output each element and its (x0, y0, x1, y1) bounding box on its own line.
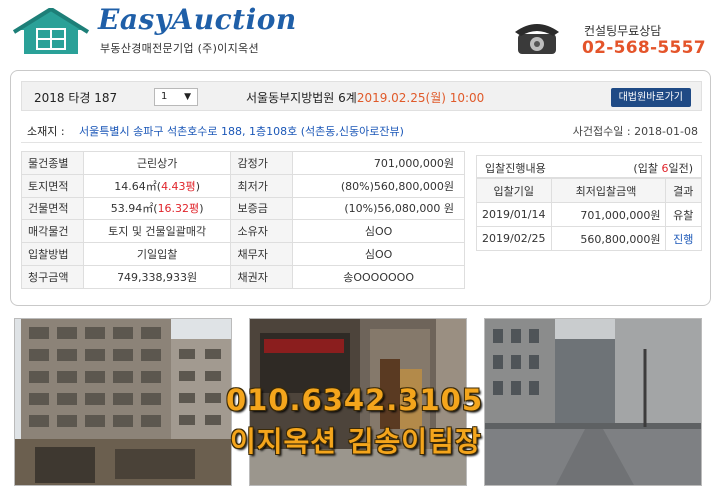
column-header: 최저입찰금액 (551, 178, 666, 203)
agent-phone-overlay: 010.6342.3105 (226, 383, 483, 417)
land-area-value: 14.64㎡(4.43평) (82, 173, 232, 198)
dropdown-arrow-icon: ▼ (184, 92, 191, 102)
claim-amount-value: 749,338,933원 (82, 264, 232, 289)
area-close: ) (195, 179, 200, 193)
table-row: 토지면적 14.64㎡(4.43평) 최저가 (80%)560,800,000원 (21, 173, 465, 198)
creditor-value: 송OOOOOOO (292, 264, 465, 289)
bid-date: 2019/01/14 (477, 202, 552, 227)
area-pyeong: 16.32평 (157, 202, 200, 216)
info-label: 토지면적 (21, 173, 84, 198)
info-label: 건물면적 (21, 196, 84, 221)
bid-amount: 560,800,000원 (551, 226, 666, 251)
table-row: 입찰방법 기일입찰 채무자 심OO (21, 242, 465, 266)
case-number: 2018 타경 187 (34, 91, 118, 105)
bid-amount: 701,000,000원 (551, 202, 666, 227)
bid-progress-header: 입찰진행내용 (입찰 6일전) (477, 156, 701, 178)
deposit-value: (10%)56,080,000 원 (292, 196, 465, 221)
table-row: 2019/01/14 701,000,000원 유찰 (477, 202, 701, 227)
info-value: 근린상가 (82, 151, 232, 175)
supreme-court-link-button[interactable]: 대법원바로가기 (610, 88, 691, 107)
building-area-value: 53.94㎡(16.32평) (82, 196, 232, 221)
bid-days-suffix: 일전) (668, 162, 693, 175)
address-value[interactable]: 서울특별시 송파구 석촌호수로 188, 1층108호 (석촌동,신동아로잔뷰) (79, 123, 404, 139)
logo-subtitle: 부동산경매전문기업 (주)이지옥션 (100, 42, 259, 55)
consult-label: 컨설팅무료상담 (584, 24, 662, 38)
column-header: 결과 (664, 178, 701, 203)
info-label: 소유자 (230, 219, 294, 244)
minimum-price-value: (80%)560,800,000원 (292, 173, 465, 198)
house-logo-icon[interactable] (12, 6, 90, 56)
bid-progress-box: 입찰진행내용 (입찰 6일전) 입찰기일 최저입찰금액 결과 2019/01/1… (476, 155, 702, 251)
bid-date: 2019/02/25 (477, 226, 552, 251)
info-label: 매각물건 (21, 219, 84, 244)
bid-result: 진행 (664, 226, 701, 251)
site-header: EasyAuction 부동산경매전문기업 (주)이지옥션 컨설팅무료상담 02… (0, 0, 720, 68)
agent-name-overlay: 이지옥션 김송이팀장 (230, 425, 482, 458)
property-info-table: 물건종별 근린상가 감정가 701,000,000원 토지면적 14.64㎡(4… (21, 151, 465, 289)
info-label: 최저가 (230, 173, 294, 198)
table-row: 건물면적 53.94㎡(16.32평) 보증금 (10%)56,080,000 … (21, 196, 465, 221)
table-row: 청구금액 749,338,933원 채권자 송OOOOOOO (21, 264, 465, 289)
column-header: 입찰기일 (477, 178, 552, 203)
info-value: 기일입찰 (82, 242, 232, 266)
bid-days-prefix: (입찰 (633, 162, 662, 175)
area-sqm: 53.94㎡( (110, 202, 158, 216)
table-row: 2019/02/25 560,800,000원 진행 (477, 226, 701, 251)
info-label: 채권자 (230, 264, 294, 289)
appraisal-value: 701,000,000원 (292, 151, 465, 175)
court-date: 2019.02.25(월) 10:00 (356, 91, 485, 105)
consult-phone-number[interactable]: 02-568-5557 (582, 38, 706, 58)
court-name: 서울동부지방법원 6계 (246, 91, 357, 105)
info-label: 감정가 (230, 151, 294, 175)
table-header-row: 입찰기일 최저입찰금액 결과 (477, 178, 701, 203)
case-item-select-value: 1 (161, 91, 168, 102)
area-pyeong: 4.43평 (161, 179, 196, 193)
property-photo-building[interactable] (14, 318, 232, 486)
logo-title[interactable]: EasyAuction (98, 3, 297, 36)
info-value: 토지 및 건물일괄매각 (82, 219, 232, 244)
case-receipt-date: 사건접수일 : 2018-01-08 (572, 125, 698, 138)
auction-info-card: 2018 타경 187 1 ▼ 서울동부지방법원 6계2019.02.25(월)… (10, 70, 711, 306)
table-row: 물건종별 근린상가 감정가 701,000,000원 (21, 151, 465, 175)
info-label: 채무자 (230, 242, 294, 266)
court-info: 서울동부지방법원 6계2019.02.25(월) 10:00 (246, 89, 484, 106)
info-label: 물건종별 (21, 151, 84, 175)
bid-history-table: 입찰기일 최저입찰금액 결과 2019/01/14 701,000,000원 유… (477, 178, 701, 251)
owner-value: 심OO (292, 219, 465, 244)
telephone-icon (512, 18, 562, 58)
address-row: 소재지 : 서울특별시 송파구 석촌호수로 188, 1층108호 (석촌동,신… (21, 119, 702, 143)
info-label: 청구금액 (21, 264, 84, 289)
info-label: 입찰방법 (21, 242, 84, 266)
bid-days-remaining: (입찰 6일전) (633, 160, 693, 176)
debtor-value: 심OO (292, 242, 465, 266)
case-item-select[interactable]: 1 ▼ (154, 88, 198, 106)
area-sqm: 14.64㎡( (114, 179, 162, 193)
address-label: 소재지 : (27, 125, 65, 138)
info-label: 보증금 (230, 196, 294, 221)
property-photo-road[interactable] (484, 318, 702, 486)
bid-progress-title: 입찰진행내용 (485, 162, 546, 175)
table-row: 매각물건 토지 및 건물일괄매각 소유자 심OO (21, 219, 465, 244)
case-header-bar: 2018 타경 187 1 ▼ 서울동부지방법원 6계2019.02.25(월)… (21, 81, 702, 111)
bid-result: 유찰 (664, 202, 701, 227)
area-close: ) (199, 202, 204, 216)
